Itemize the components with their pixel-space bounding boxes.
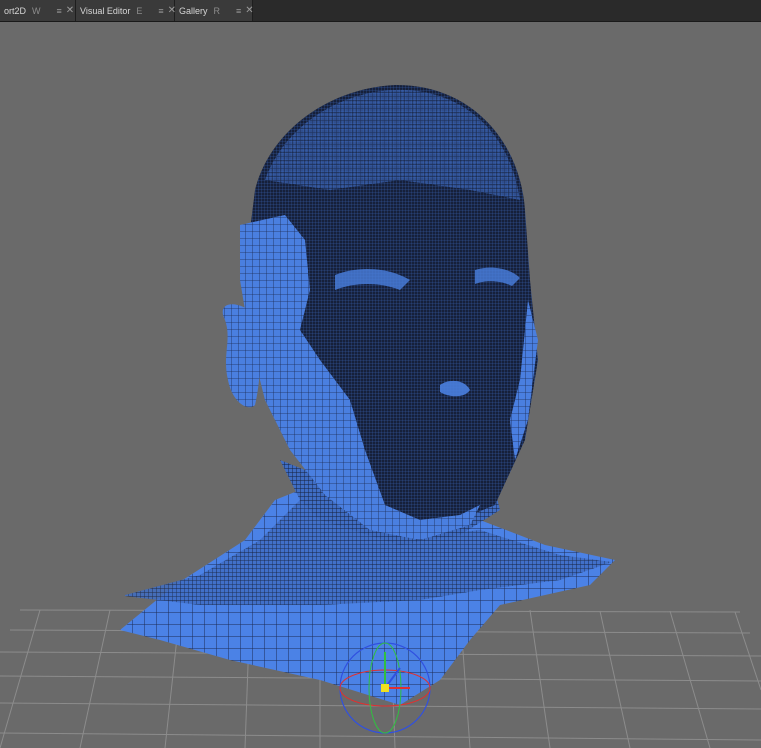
menu-icon[interactable]: ≡ — [158, 6, 163, 16]
close-icon[interactable]: ✕ — [66, 5, 74, 16]
viewport-canvas[interactable] — [0, 22, 761, 748]
tab-label: Gallery — [179, 5, 208, 16]
tab-hotkey: R — [213, 5, 221, 16]
tab-hotkey: E — [136, 5, 143, 16]
3d-viewport[interactable] — [0, 22, 761, 748]
tab-gallery[interactable]: Gallery R ≡ ✕ — [175, 0, 254, 21]
menu-icon[interactable]: ≡ — [236, 6, 241, 16]
tab-visual-editor[interactable]: Visual Editor E ≡ ✕ — [76, 0, 176, 21]
tab-bar: ort2D W ≡ ✕ Visual Editor E ≡ ✕ Gallery … — [0, 0, 761, 22]
tab-label: Visual Editor — [80, 5, 131, 16]
mesh-ear — [222, 304, 261, 408]
tab-viewport2d[interactable]: ort2D W ≡ ✕ — [0, 0, 76, 21]
close-icon[interactable]: ✕ — [245, 5, 253, 16]
tab-label: ort2D — [4, 5, 27, 16]
tab-hotkey: W — [32, 5, 41, 16]
menu-icon[interactable]: ≡ — [57, 6, 62, 16]
